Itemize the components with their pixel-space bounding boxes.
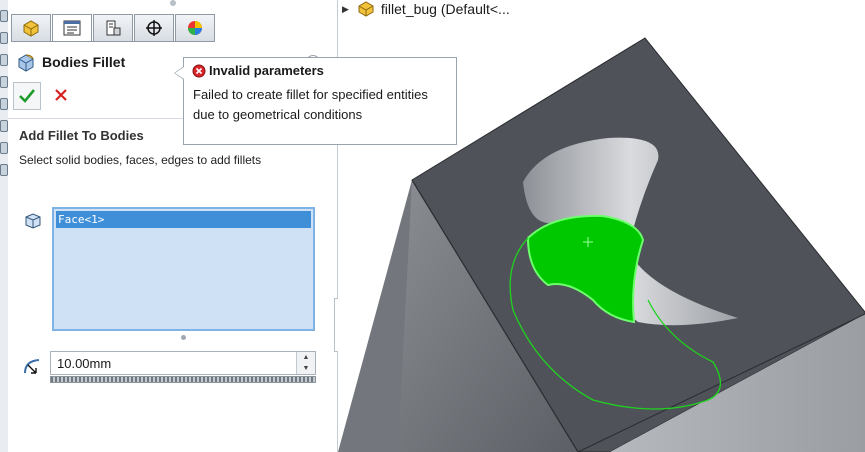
radius-thumbwheel[interactable] [50,376,316,383]
selection-cube-icon [24,212,42,233]
page-title: Bodies Fillet [42,54,126,70]
flyout-feature-tree[interactable]: ▶ fillet_bug (Default<... [342,0,510,18]
spin-up-icon[interactable]: ▲ [297,352,315,363]
strip-icon[interactable] [0,98,8,110]
property-manager-icon [63,20,81,36]
tab-dimxpert-manager[interactable] [134,14,174,42]
tabs-divider [11,41,211,42]
expand-arrow-icon[interactable]: ▶ [342,4,349,15]
strip-icon[interactable] [0,120,8,132]
configuration-manager-icon [106,20,121,36]
strip-icon[interactable] [0,76,8,88]
feature-manager-icon [23,20,39,37]
radius-icon [22,356,42,379]
ok-button[interactable] [13,82,41,110]
strip-icon[interactable] [0,32,8,44]
radius-spinner[interactable]: ▲ ▼ [296,352,315,374]
strip-icon[interactable] [0,10,8,22]
selection-listbox[interactable]: Face<1> [52,207,315,331]
error-tooltip: Invalid parameters Failed to create fill… [183,57,457,145]
tab-display-manager[interactable] [175,14,215,42]
radius-value[interactable]: 10.00mm [57,356,111,371]
listbox-resize-handle[interactable] [181,335,186,340]
feature-title-row: Bodies Fillet [16,52,125,72]
tooltip-title: Invalid parameters [209,63,324,78]
section-description: Select solid bodies, faces, edges to add… [19,153,262,167]
panel-grip-dot[interactable] [170,0,176,6]
manager-tabs [11,14,216,42]
error-icon [192,64,206,77]
strip-icon[interactable] [0,164,8,176]
radius-input[interactable]: 10.00mm ▲ ▼ [50,351,316,375]
list-item[interactable]: Face<1> [56,211,311,228]
cancel-button[interactable] [50,84,72,106]
spin-down-icon[interactable]: ▼ [297,363,315,374]
checkmark-icon [19,89,36,103]
part-name[interactable]: fillet_bug (Default<... [381,1,510,17]
tooltip-header: Invalid parameters [192,63,324,78]
close-icon [55,89,67,101]
tab-feature-manager[interactable] [11,14,51,42]
tab-configuration-manager[interactable] [93,14,133,42]
tab-property-manager[interactable] [52,14,92,42]
tooltip-arrow-inner [175,67,184,79]
tooltip-message: Failed to create fillet for specified en… [193,87,428,122]
dimxpert-icon [146,20,162,36]
section-title: Add Fillet To Bodies [19,128,144,143]
left-toolbar-strip [0,0,8,452]
strip-icon[interactable] [0,54,8,66]
bodies-fillet-icon [18,54,34,72]
part-icon [358,1,374,17]
strip-icon[interactable] [0,142,8,154]
display-manager-icon [188,21,202,35]
